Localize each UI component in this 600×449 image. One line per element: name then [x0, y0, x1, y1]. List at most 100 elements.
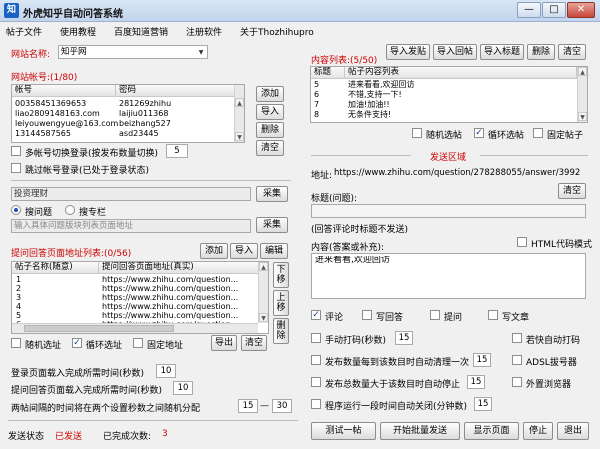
menu-file[interactable]: 帖子文件 — [6, 25, 42, 38]
table-cell: 13144587565 — [15, 129, 71, 138]
auto-shutdown-input[interactable]: 15 — [474, 397, 492, 411]
clear-content-button[interactable]: 清空 — [558, 44, 586, 60]
stop-button[interactable]: 停止 — [523, 422, 553, 440]
move-up-button[interactable]: 上移 — [273, 290, 289, 316]
scroll-up-icon[interactable]: ▲ — [235, 98, 244, 107]
manual-code-checkbox[interactable] — [311, 333, 321, 343]
url-col-url[interactable]: 提问回答页面地址(真实) — [99, 262, 259, 274]
keyword-input-value: 投资理财 — [14, 189, 49, 199]
scroll-thumb[interactable] — [24, 325, 174, 332]
edit-url-button[interactable]: 编辑 — [260, 243, 288, 259]
interval-min-input[interactable]: 15 — [238, 399, 258, 413]
content-col-content[interactable]: 帖子内容列表 — [345, 67, 577, 79]
content-table[interactable]: 标题 帖子内容列表 5 进来看看,欢迎回访 6 不错,支持一下! 7 加油!加油… — [310, 66, 588, 123]
scroll-down-icon[interactable]: ▼ — [235, 132, 244, 141]
auto-shutdown-label: 程序运行一段时间自动关闭(分钟数) — [325, 402, 468, 412]
auto-clear-input[interactable]: 15 — [473, 353, 491, 367]
delete-account-button[interactable]: 删除 — [256, 122, 284, 138]
scroll-down-icon[interactable]: ▼ — [578, 112, 587, 121]
radio-search-column[interactable] — [65, 205, 75, 215]
auto-shutdown-checkbox[interactable] — [311, 399, 321, 409]
html-mode-checkbox[interactable] — [517, 237, 527, 247]
fixed-post-checkbox[interactable] — [533, 128, 543, 138]
fixed-url-label: 固定地址 — [147, 341, 184, 351]
scroll-up-icon[interactable]: ▲ — [578, 67, 587, 76]
auto-clear-checkbox[interactable] — [311, 355, 321, 365]
export-url-button[interactable]: 导出 — [211, 335, 237, 351]
exit-button[interactable]: 退出 — [557, 422, 589, 440]
multi-switch-checkbox[interactable] — [11, 146, 21, 156]
random-url-checkbox[interactable] — [11, 338, 21, 348]
multi-switch-label: 多帐号切换登录(按发布数量切换) — [25, 149, 159, 159]
menu-baidu-marketing[interactable]: 百度知道营销 — [114, 25, 168, 38]
accounts-col-pass[interactable]: 密码 — [116, 85, 236, 97]
manual-code-label: 手动打码(秒数) — [325, 336, 387, 346]
collect-url-button[interactable]: 采集 — [256, 217, 288, 233]
show-page-button[interactable]: 显示页面 — [464, 422, 519, 440]
title-input[interactable] — [311, 204, 586, 218]
content-col-title[interactable]: 标题 — [311, 67, 345, 79]
test-post-button[interactable]: 测试一帖 — [311, 422, 376, 440]
import-post-button[interactable]: 导入发贴 — [386, 44, 430, 60]
external-browser-checkbox[interactable] — [512, 377, 522, 387]
loop-post-label: 循环选帖 — [488, 131, 525, 141]
mode-ask-checkbox[interactable] — [430, 310, 440, 320]
add-account-button[interactable]: 添加 — [256, 86, 284, 102]
menu-about[interactable]: 关于Thozhihupro — [240, 25, 314, 38]
table-cell: 3 — [16, 293, 22, 302]
auto-stop-checkbox[interactable] — [311, 377, 321, 387]
import-url-button[interactable]: 导入 — [230, 243, 258, 259]
maximize-button[interactable]: □ — [542, 2, 566, 18]
loop-post-checkbox[interactable]: ✓ — [474, 128, 484, 138]
menu-tutorial[interactable]: 使用教程 — [60, 25, 96, 38]
delete-url-button[interactable]: 删除 — [273, 318, 289, 344]
table-cell: 加油!加油!! — [348, 100, 390, 109]
accounts-scrollbar[interactable]: ▲ ▼ — [234, 85, 244, 142]
add-url-button[interactable]: 添加 — [200, 243, 228, 259]
import-account-button[interactable]: 导入 — [256, 104, 284, 120]
scroll-up-icon[interactable]: ▲ — [259, 262, 268, 271]
loop-url-checkbox[interactable]: ✓ — [72, 338, 82, 348]
delete-content-button[interactable]: 删除 — [527, 44, 555, 60]
auto-stop-input[interactable]: 15 — [467, 375, 485, 389]
answer-load-input[interactable]: 10 — [173, 381, 193, 395]
adsl-checkbox[interactable] — [512, 355, 522, 365]
site-select[interactable]: 知乎网 ▼ — [58, 45, 208, 59]
list-url-input[interactable]: 输入具体问题版块列表页面地址 — [11, 219, 251, 233]
send-area-title: 发送区域 — [430, 153, 467, 163]
url-col-name[interactable]: 帖子名称(随意) — [12, 262, 99, 274]
radio-search-question[interactable] — [11, 205, 21, 215]
content-textarea[interactable]: 进来看看,欢迎回访 — [311, 253, 586, 299]
collect-keyword-button[interactable]: 采集 — [256, 186, 288, 202]
clear-title-button[interactable]: 清空 — [558, 183, 586, 199]
minimize-button[interactable]: — — [517, 2, 541, 18]
interval-max-input[interactable]: 30 — [272, 399, 292, 413]
accounts-table[interactable]: 帐号 密码 00358451369653 281269zhihu liao280… — [11, 84, 245, 143]
menu-register[interactable]: 注册软件 — [186, 25, 222, 38]
multi-switch-input[interactable]: 5 — [166, 144, 188, 158]
move-down-button[interactable]: 下移 — [273, 262, 289, 288]
import-reply-button[interactable]: 导入回帖 — [433, 44, 477, 60]
content-scrollbar[interactable]: ▲ ▼ — [577, 67, 587, 122]
keyword-input[interactable]: 投资理财 — [11, 187, 251, 201]
url-vscrollbar[interactable]: ▲ ▼ — [258, 262, 268, 323]
auto-code-checkbox[interactable] — [512, 333, 522, 343]
random-post-checkbox[interactable] — [412, 128, 422, 138]
skip-login-checkbox[interactable] — [11, 163, 21, 173]
close-button[interactable]: ✕ — [567, 2, 595, 18]
scroll-down-icon[interactable]: ▼ — [259, 313, 268, 322]
mode-comment-checkbox[interactable]: ✓ — [311, 310, 321, 320]
login-load-input[interactable]: 10 — [156, 364, 176, 378]
manual-code-input[interactable]: 15 — [395, 331, 413, 345]
mode-answer-checkbox[interactable] — [362, 310, 372, 320]
start-batch-button[interactable]: 开始批量发送 — [380, 422, 460, 440]
url-table[interactable]: 帖子名称(随意) 提问回答页面地址(真实) 1 https://www.zhih… — [11, 261, 269, 334]
clear-account-button[interactable]: 清空 — [256, 140, 284, 156]
url-hscrollbar[interactable] — [12, 323, 258, 333]
mode-article-checkbox[interactable] — [488, 310, 498, 320]
import-title-button[interactable]: 导入标题 — [480, 44, 524, 60]
fixed-url-checkbox[interactable] — [133, 338, 143, 348]
clear-url-button[interactable]: 清空 — [241, 335, 267, 351]
radio-search-column-label: 搜专栏 — [79, 208, 107, 218]
accounts-col-user[interactable]: 帐号 — [12, 85, 116, 97]
